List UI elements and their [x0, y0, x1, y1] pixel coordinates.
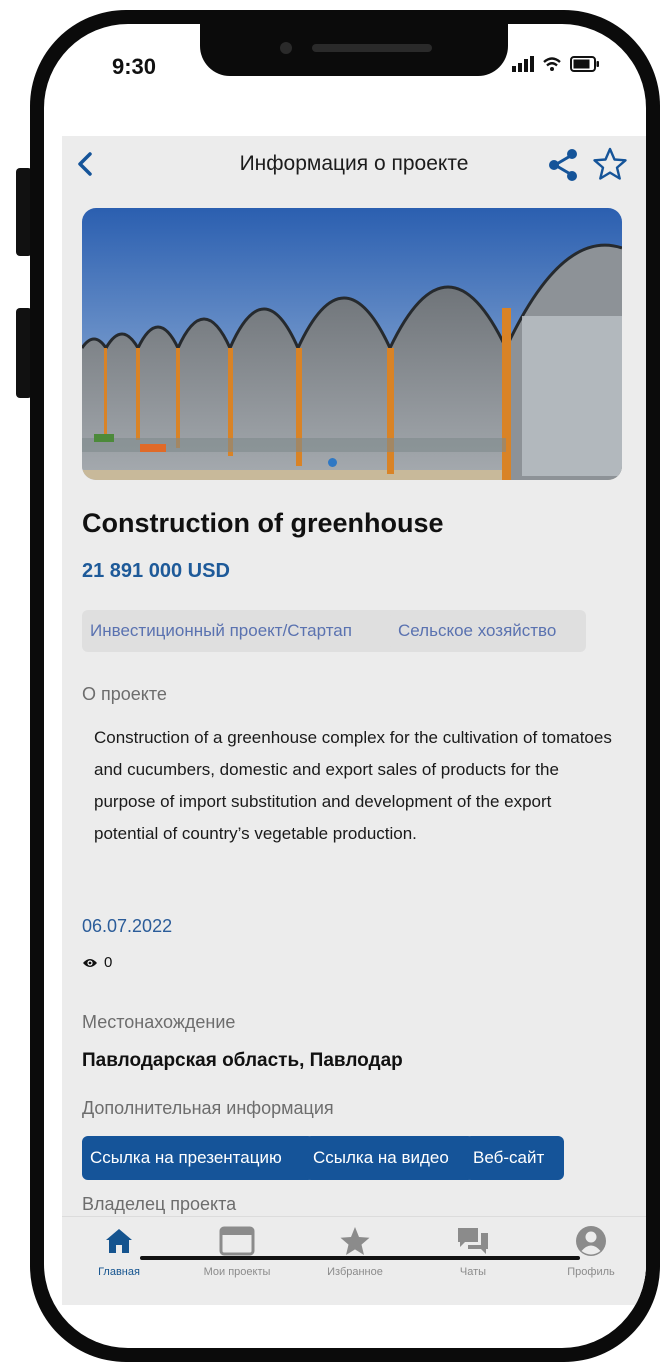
eye-icon	[83, 958, 97, 967]
tab-bar: Главная Мои проекты Избранное Чаты Профи…	[62, 1216, 646, 1305]
camera	[280, 42, 292, 54]
greenhouse-photo	[82, 208, 622, 480]
favorite-button[interactable]	[592, 146, 628, 187]
window-icon	[219, 1226, 255, 1256]
battery-icon	[570, 56, 599, 72]
tag-agriculture: Сельское хозяйство	[390, 610, 586, 652]
star-icon	[340, 1227, 370, 1255]
profile-icon	[576, 1226, 606, 1256]
location-value: Павлодарская область, Павлодар	[82, 1050, 403, 1071]
app-content: Информация о проекте Construction of gre…	[62, 136, 646, 1305]
website-button[interactable]: Веб-сайт	[465, 1136, 564, 1180]
phone-frame: 9:30 Информация о проекте Construction o…	[30, 10, 660, 1362]
tab-home[interactable]: Главная	[64, 1225, 174, 1278]
additional-info-label: Дополнительная информация	[82, 1098, 334, 1118]
tag-investment-project: Инвестиционный проект/Стартап	[82, 610, 400, 652]
notch	[200, 24, 508, 76]
presentation-link-button[interactable]: Ссылка на презентацию	[82, 1136, 314, 1180]
tab-profile-label: Профиль	[567, 1266, 615, 1278]
share-button[interactable]	[546, 146, 580, 189]
tab-home-label: Главная	[98, 1266, 140, 1278]
project-price: 21 891 000 USD	[82, 560, 230, 582]
project-name: Construction of greenhouse	[82, 508, 444, 538]
speaker	[312, 44, 432, 52]
video-link-button[interactable]: Ссылка на видео	[305, 1136, 474, 1180]
tab-favorites[interactable]: Избранное	[300, 1225, 410, 1278]
tab-chats-label: Чаты	[459, 1266, 487, 1278]
home-icon	[106, 1229, 132, 1253]
tab-favorites-label: Избранное	[327, 1266, 383, 1278]
tab-my-projects-label: Мои проекты	[203, 1266, 271, 1278]
phone-screen: 9:30 Информация о проекте Construction o…	[44, 24, 646, 1348]
header: Информация о проекте	[62, 136, 646, 196]
wifi-icon	[543, 57, 561, 71]
project-date: 06.07.2022	[82, 916, 173, 936]
tab-my-projects[interactable]: Мои проекты	[182, 1225, 292, 1278]
carousel-indicator	[328, 458, 337, 467]
views-counter: 0	[82, 954, 112, 971]
signal-icon	[512, 56, 534, 72]
share-icon	[549, 149, 577, 181]
about-label: О проекте	[82, 684, 167, 704]
project-description: Construction of a greenhouse complex for…	[94, 728, 612, 843]
star-outline-icon	[593, 147, 627, 180]
status-icons	[512, 56, 600, 72]
tab-chats[interactable]: Чаты	[418, 1225, 528, 1278]
home-indicator	[140, 1256, 580, 1260]
owner-label: Владелец проекта	[82, 1194, 237, 1214]
tab-profile[interactable]: Профиль	[536, 1225, 646, 1278]
chat-icon	[458, 1228, 488, 1254]
status-time: 9:30	[112, 54, 157, 79]
project-image[interactable]	[82, 208, 622, 480]
location-label: Местонахождение	[82, 1012, 236, 1032]
views-count: 0	[104, 954, 113, 971]
